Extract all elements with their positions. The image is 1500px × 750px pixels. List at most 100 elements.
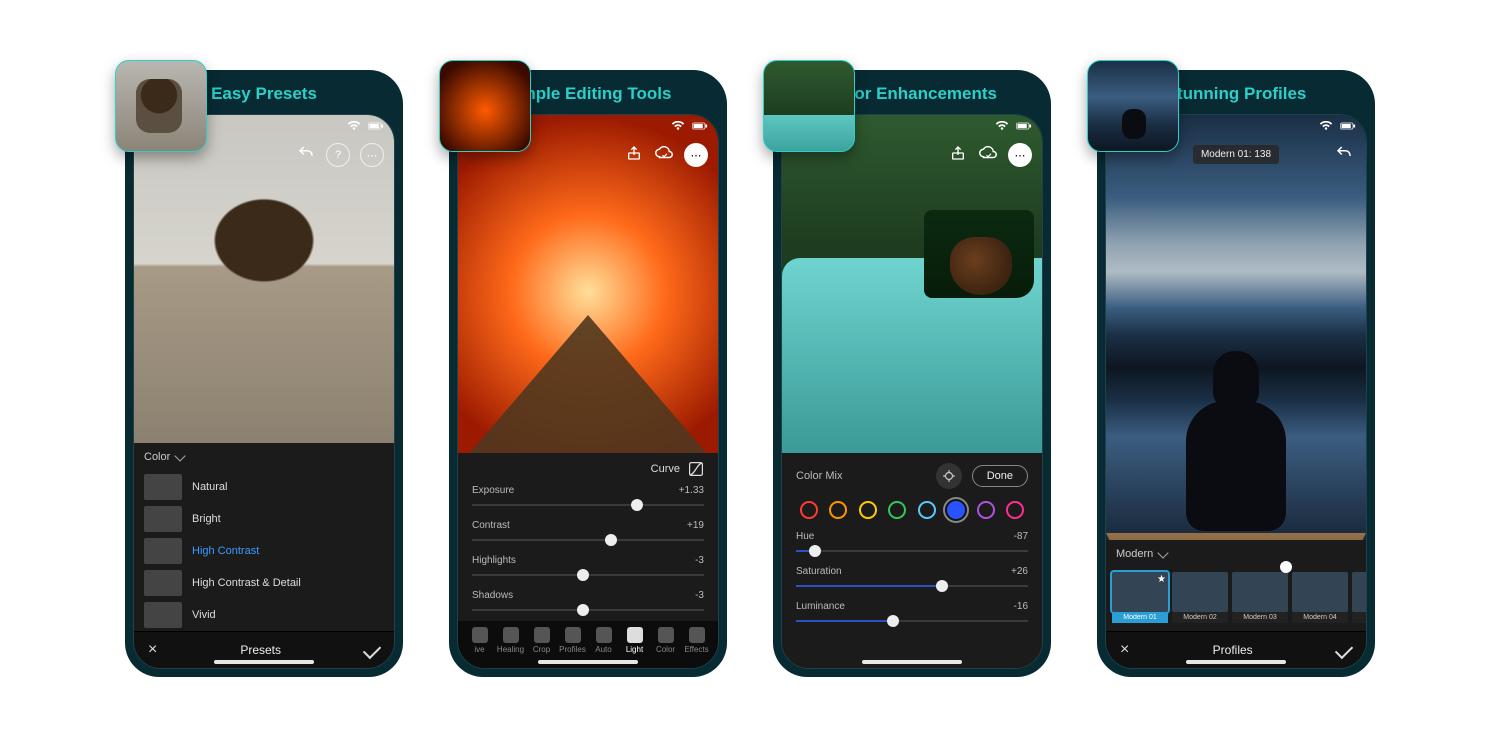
tool-color[interactable]: Color — [650, 627, 681, 654]
done-button[interactable]: Done — [972, 465, 1028, 487]
tool-profiles[interactable]: Profiles — [557, 627, 588, 654]
preset-category-label: Color — [144, 451, 170, 463]
swatch-5[interactable] — [947, 501, 965, 519]
slider-name: Highlights — [472, 555, 516, 566]
more-icon[interactable]: ⋯ — [1008, 143, 1032, 167]
light-icon — [627, 627, 643, 643]
profile-m[interactable]: M — [1352, 572, 1366, 623]
contrast-slider[interactable]: Contrast +19 — [458, 516, 718, 551]
tool-label: Profiles — [559, 645, 586, 654]
cloud-sync-icon[interactable] — [978, 143, 998, 163]
favorite-star-icon: ★ — [1157, 574, 1166, 585]
before-inset-thumbnail — [763, 60, 855, 152]
slider-value: -87 — [1014, 531, 1028, 542]
slider-value: -3 — [695, 590, 704, 601]
profile-modern-01[interactable]: ★ Modern 01 — [1112, 572, 1168, 623]
swatch-6[interactable] — [977, 501, 995, 519]
swatch-7[interactable] — [1006, 501, 1024, 519]
profiles-panel: Modern ★ Modern 01 Modern 02 Modern 03 Moder… — [1106, 540, 1366, 668]
wifi-icon — [346, 121, 362, 131]
slider-name: Contrast — [472, 520, 510, 531]
tool-crop[interactable]: Crop — [526, 627, 557, 654]
tool-effects[interactable]: Effects — [681, 627, 712, 654]
before-inset-thumbnail — [1087, 60, 1179, 152]
target-adjustment-button[interactable] — [936, 463, 962, 489]
profile-thumbnail — [1352, 572, 1366, 612]
more-icon[interactable]: ⋯ — [684, 143, 708, 167]
more-icon[interactable]: ⋯ — [360, 143, 384, 167]
status-bar — [346, 121, 384, 131]
share-icon[interactable] — [624, 143, 644, 163]
tool-ive[interactable]: ive — [464, 627, 495, 654]
profile-thumbnail-row[interactable]: ★ Modern 01 Modern 02 Modern 03 Modern 04 M — [1106, 568, 1366, 627]
main-photo[interactable] — [1106, 115, 1366, 575]
tool-auto[interactable]: Auto — [588, 627, 619, 654]
color-mix-panel: Color Mix Done Hue-87Saturation+26Lumina… — [782, 453, 1042, 668]
preset-label: Vivid — [192, 609, 216, 621]
preset-bright[interactable]: Bright — [134, 503, 394, 535]
crop-icon — [534, 627, 550, 643]
confirm-button[interactable] — [1335, 641, 1353, 659]
status-bar — [994, 121, 1032, 131]
undo-icon[interactable] — [296, 143, 316, 163]
chevron-down-icon — [175, 450, 186, 461]
effects-icon — [689, 627, 705, 643]
profile-label: M — [1352, 612, 1366, 623]
profile-modern-04[interactable]: Modern 04 — [1292, 572, 1348, 623]
highlights-slider[interactable]: Highlights -3 — [458, 551, 718, 586]
tool-light[interactable]: Light — [619, 627, 650, 654]
preset-vivid[interactable]: Vivid — [134, 599, 394, 631]
share-icon[interactable] — [948, 143, 968, 163]
undo-icon[interactable] — [1334, 143, 1354, 163]
hue-slider[interactable]: Hue-87 — [782, 527, 1042, 562]
auto-icon — [596, 627, 612, 643]
wifi-icon — [670, 121, 686, 131]
profile-label: Modern 03 — [1232, 612, 1288, 623]
battery-icon — [692, 121, 708, 131]
home-indicator — [862, 660, 962, 664]
preset-label: High Contrast — [192, 545, 259, 557]
profile-modern-03[interactable]: Modern 03 — [1232, 572, 1288, 623]
tool-label: Effects — [684, 645, 708, 654]
cancel-button[interactable]: × — [1120, 642, 1129, 658]
profile-modern-02[interactable]: Modern 02 — [1172, 572, 1228, 623]
profiles-icon — [565, 627, 581, 643]
slider-value: -3 — [695, 555, 704, 566]
profile-category-dropdown[interactable]: Modern — [1106, 540, 1366, 568]
confirm-button[interactable] — [363, 641, 381, 659]
preset-thumbnail — [144, 506, 182, 532]
cloud-sync-icon[interactable] — [654, 143, 674, 163]
tool-label: Healing — [497, 645, 524, 654]
profile-thumbnail: ★ — [1112, 572, 1168, 612]
swatch-4[interactable] — [918, 501, 936, 519]
slider-name: Exposure — [472, 485, 514, 496]
presets-panel: Color NaturalBright High Contrast High Con… — [134, 443, 394, 668]
cancel-button[interactable]: × — [148, 642, 157, 658]
swatch-3[interactable] — [888, 501, 906, 519]
preset-high-contrast-detail[interactable]: High Contrast & Detail — [134, 567, 394, 599]
screenshot-editing-tools: Simple Editing Tools ⋯ Curve Exposure+1.… — [449, 70, 727, 677]
saturation-slider[interactable]: Saturation+26 — [782, 562, 1042, 597]
preset-natural[interactable]: Natural — [134, 471, 394, 503]
slider-value: +19 — [687, 520, 704, 531]
swatch-2[interactable] — [859, 501, 877, 519]
home-indicator — [214, 660, 314, 664]
shadows-slider[interactable]: Shadows-3 — [458, 586, 718, 621]
color-swatch-row — [782, 495, 1042, 527]
swatch-1[interactable] — [829, 501, 847, 519]
exposure-slider[interactable]: Exposure+1.33 — [458, 481, 718, 516]
preset-high-contrast[interactable]: High Contrast — [134, 535, 394, 567]
profile-thumbnail — [1232, 572, 1288, 612]
profile-label: Modern 01 — [1112, 612, 1168, 623]
healing-icon — [503, 627, 519, 643]
screenshot-easy-presets: Easy Presets ? ⋯ Color NaturalBrightHigh… — [125, 70, 403, 677]
preset-thumbnail — [144, 474, 182, 500]
swatch-0[interactable] — [800, 501, 818, 519]
profile-category-label: Modern — [1116, 548, 1153, 560]
tool-healing[interactable]: Healing — [495, 627, 526, 654]
luminance-slider[interactable]: Luminance-16 — [782, 597, 1042, 632]
curve-button[interactable]: Curve — [458, 453, 718, 481]
help-icon[interactable]: ? — [326, 143, 350, 167]
battery-icon — [1016, 121, 1032, 131]
preset-category-dropdown[interactable]: Color — [134, 443, 394, 471]
